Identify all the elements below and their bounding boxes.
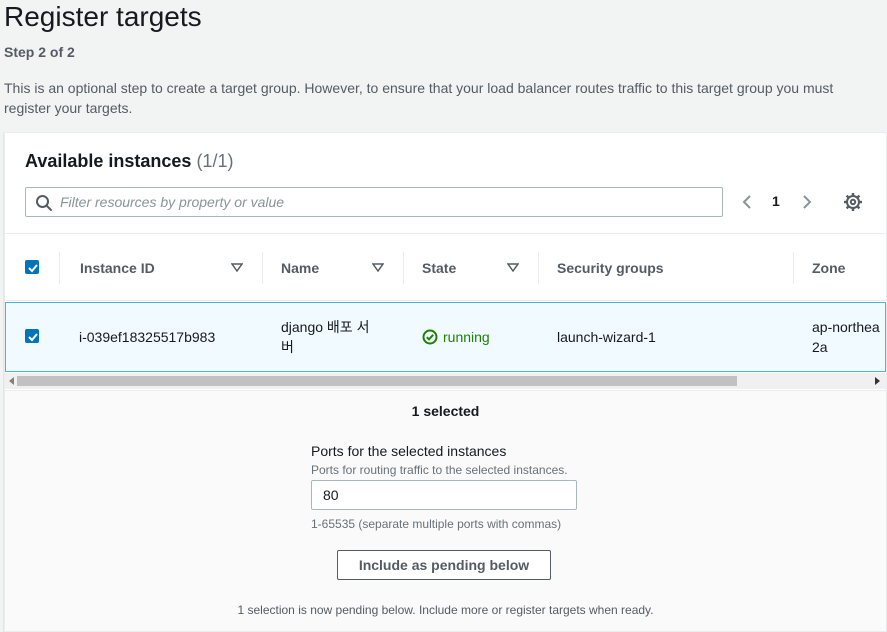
column-name[interactable]: Name	[262, 234, 403, 302]
filter-input[interactable]	[60, 192, 710, 212]
column-label: Zone	[812, 260, 846, 276]
scroll-left-icon[interactable]	[8, 377, 16, 385]
zone-line: 2a	[812, 339, 828, 355]
selection-footer: 1 selected Ports for the selected instan…	[5, 390, 886, 631]
search-icon	[36, 195, 52, 211]
column-instance-id[interactable]: Instance ID	[59, 234, 262, 302]
scroll-right-icon[interactable]	[873, 377, 881, 385]
page-number[interactable]: 1	[772, 193, 780, 209]
page-description: This is an optional step to create a tar…	[4, 80, 834, 116]
chevron-left-icon[interactable]	[739, 191, 755, 213]
available-instances-panel: Available instances (1/1) 1	[4, 132, 887, 632]
column-zone[interactable]: Zone	[793, 234, 886, 302]
instance-count: (1/1)	[196, 151, 234, 171]
column-label: State	[422, 260, 457, 276]
ports-input[interactable]	[311, 480, 577, 510]
row-checkbox[interactable]	[25, 329, 39, 343]
column-state[interactable]: State	[403, 234, 538, 302]
pending-note: 1 selection is now pending below. Includ…	[237, 603, 654, 617]
column-divider	[538, 252, 539, 284]
column-divider	[59, 252, 60, 284]
checkbox-checked-icon	[28, 264, 38, 273]
table-header: Instance ID Name State Security groups Z…	[5, 233, 886, 301]
step-indicator: Step 2 of 2	[4, 44, 75, 60]
table-row[interactable]: i-039ef18325517b983 django 배포 서 버 runnin…	[5, 302, 886, 372]
page-title: Register targets	[4, 1, 202, 32]
panel-header: Available instances (1/1) 1	[5, 133, 886, 233]
column-label: Security groups	[557, 260, 664, 276]
include-as-pending-button[interactable]: Include as pending below	[337, 550, 551, 580]
name-line: 버	[281, 339, 294, 355]
column-security-groups[interactable]: Security groups	[538, 234, 793, 302]
select-all-checkbox[interactable]	[25, 260, 39, 274]
sort-caret-icon[interactable]	[507, 262, 519, 274]
column-label: Instance ID	[80, 260, 155, 276]
instance-id-cell: i-039ef18325517b983	[79, 329, 216, 345]
checkbox-checked-icon	[28, 333, 38, 342]
filter-box[interactable]	[25, 187, 723, 217]
zone-cell: ap-northea 2a	[812, 317, 886, 357]
ports-label: Ports for the selected instances	[311, 443, 507, 459]
panel-title-text: Available instances	[25, 151, 192, 171]
ports-hint: 1-65535 (separate multiple ports with co…	[311, 517, 562, 531]
panel-title: Available instances (1/1)	[25, 151, 233, 172]
name-cell: django 배포 서 버	[281, 317, 381, 357]
column-divider	[793, 252, 794, 284]
column-divider	[262, 252, 263, 284]
sort-caret-icon[interactable]	[372, 262, 384, 274]
horizontal-scrollbar[interactable]	[5, 373, 886, 389]
name-line: django 배포 서	[281, 319, 370, 335]
scrollbar-thumb[interactable]	[17, 376, 737, 386]
state-cell: running	[443, 329, 490, 345]
column-label: Name	[281, 260, 320, 276]
check-circle-icon	[422, 329, 438, 345]
gear-icon[interactable]	[843, 192, 863, 212]
zone-line: ap-northea	[812, 319, 880, 335]
chevron-right-icon[interactable]	[799, 191, 815, 213]
security-groups-cell: launch-wizard-1	[557, 329, 656, 345]
selected-count: 1 selected	[411, 403, 480, 419]
ports-description: Ports for routing traffic to the selecte…	[311, 463, 568, 477]
sort-caret-icon[interactable]	[231, 262, 243, 274]
column-divider	[403, 252, 404, 284]
